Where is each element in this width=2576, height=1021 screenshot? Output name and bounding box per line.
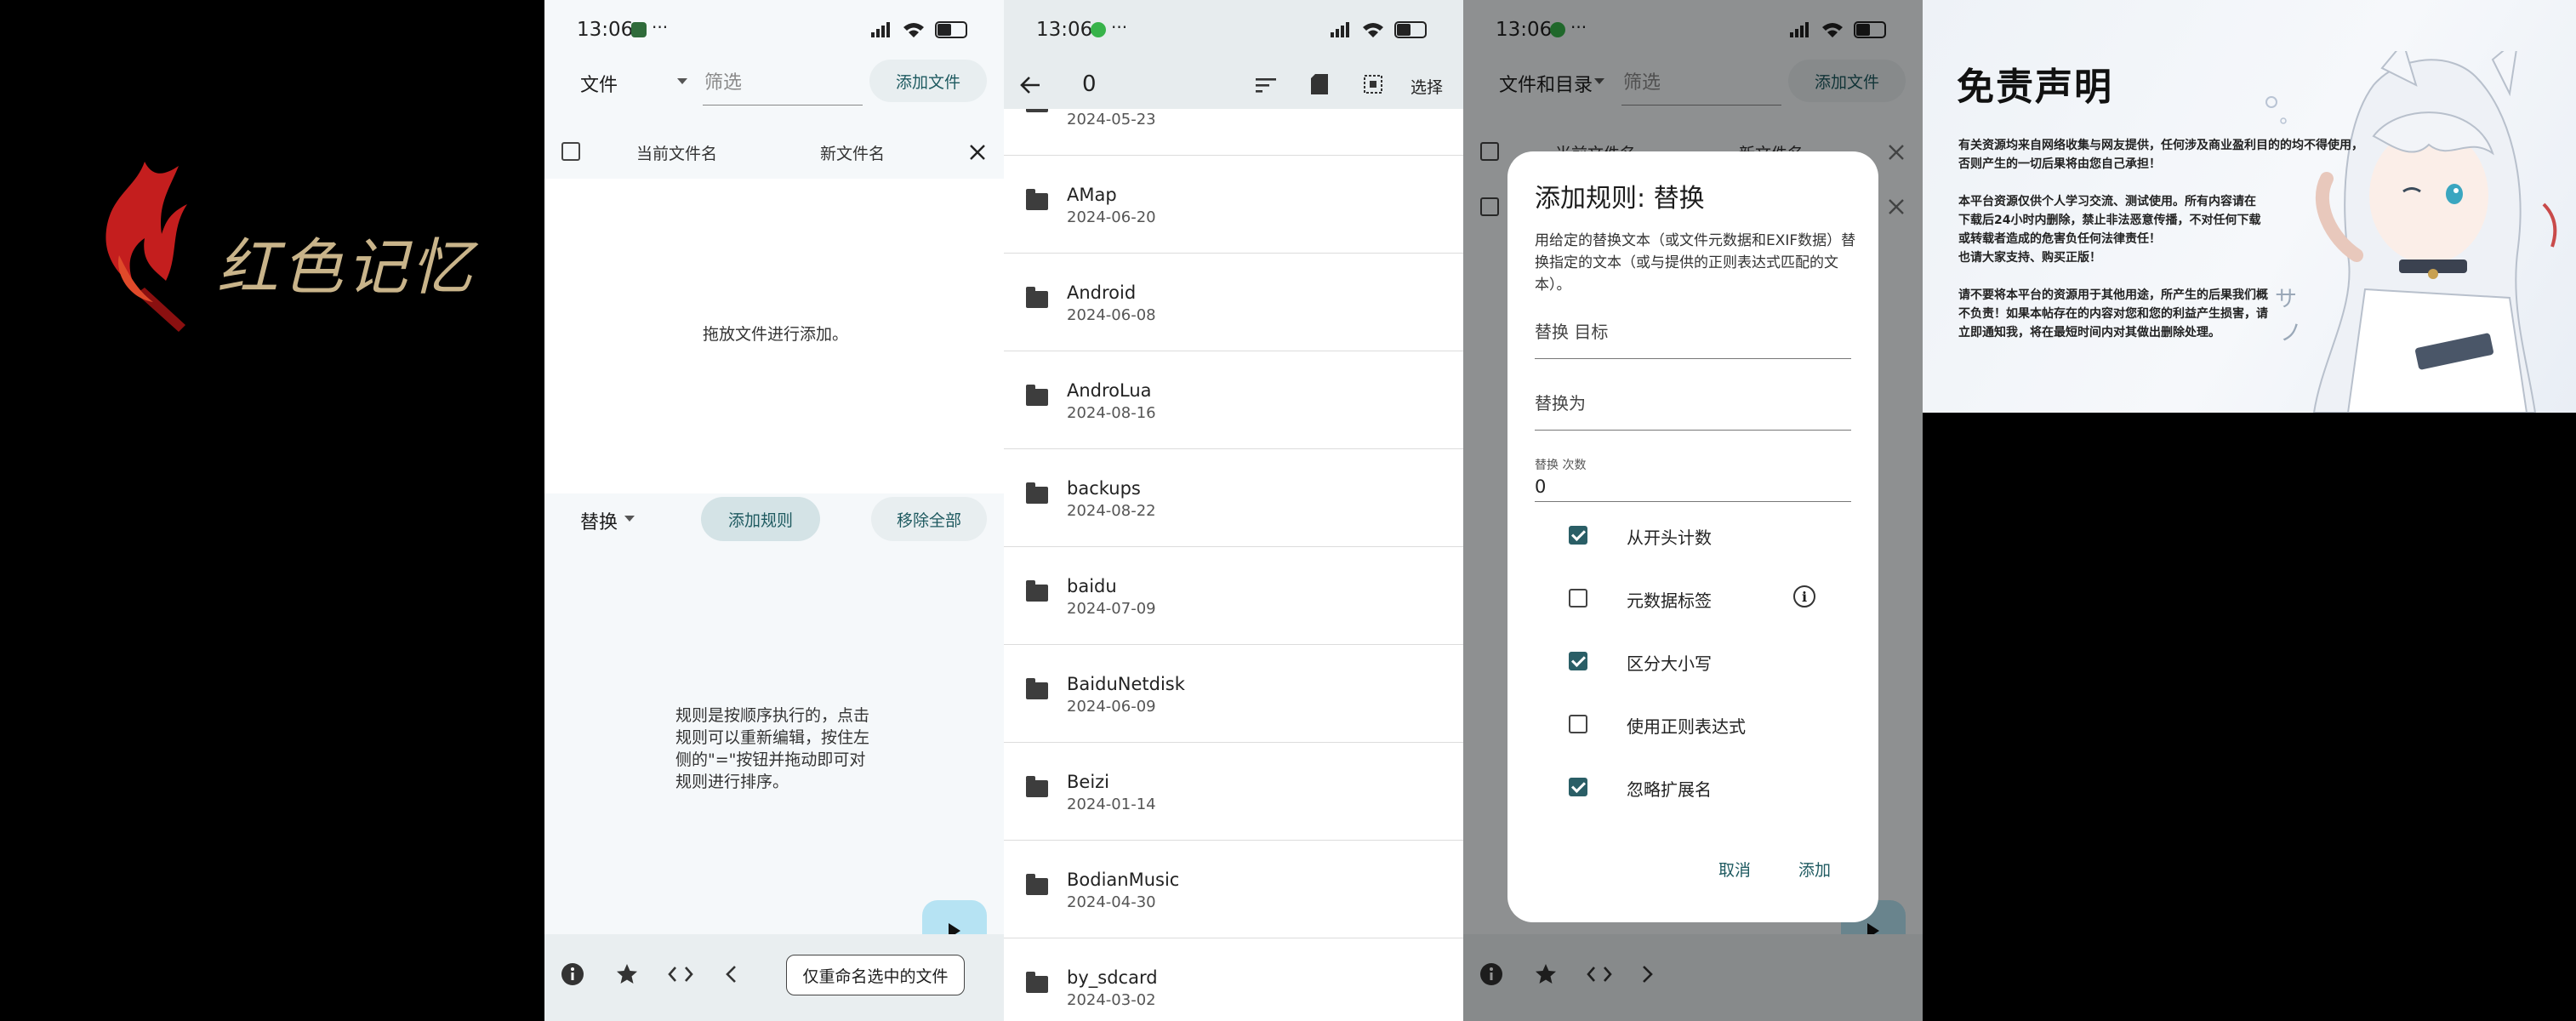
metadata-tag-checkbox[interactable] [1569,589,1587,607]
folder-icon [1026,972,1048,993]
logo-text: 红色记忆 [217,231,476,303]
close-icon[interactable] [968,143,987,162]
list-item[interactable]: Beizi 2024-01-14 [1004,743,1463,841]
case-sensitive-label: 区分大小写 [1627,653,1712,674]
count-from-start-checkbox[interactable] [1569,526,1587,545]
add-rule-dialog: 添加规则: 替换 用给定的替换文本（或文件元数据和EXIF数据）替换指定的文本（… [1507,151,1878,922]
notification-icon [1091,22,1106,37]
folder-icon [1026,874,1048,895]
folder-icon [1026,678,1048,699]
list-item[interactable]: baidu 2024-07-09 [1004,547,1463,645]
disclaimer-paragraph-2: 本平台资源仅供个人学习交流、测试使用。所有内容请在 下载后24小时内删除，禁止非… [1958,195,2261,265]
folder-icon [1026,482,1048,504]
notification-icon [631,22,647,37]
metadata-tag-label: 元数据标签 [1627,590,1712,611]
folder-icon [1026,189,1048,210]
folder-icon [1026,776,1048,797]
logo-panel: 红色记忆 [0,0,544,1021]
ignore-extension-checkbox[interactable] [1569,778,1587,796]
list-item[interactable]: backups 2024-08-22 [1004,449,1463,547]
list-item[interactable]: 2024-05-23 [1004,109,1463,156]
status-time: 13:06 [577,19,634,41]
column-current-name: 当前文件名 [636,145,718,163]
dialog-description: 用给定的替换文本（或文件元数据和EXIF数据）替换指定的文本（或与提供的正则表达… [1535,232,1856,294]
count-from-start-label: 从开头计数 [1627,528,1712,548]
info-icon[interactable]: i [1793,585,1815,607]
disclaimer-panel: サ ノ 免责声明 有关资源均来自网络收集与网友提供，任何涉及商业盈利目的的均不得… [1923,0,2576,1021]
folder-icon [1026,109,1048,112]
use-regex-label: 使用正则表达式 [1627,716,1746,737]
folder-icon [1026,580,1048,602]
rule-type-dropdown[interactable]: 替换 [580,507,618,534]
info-icon[interactable] [560,961,585,987]
select-button[interactable]: 选择 [1411,75,1443,98]
back-arrow-icon[interactable] [1019,75,1041,95]
list-item[interactable]: BodianMusic 2024-04-30 [1004,841,1463,938]
column-new-name: 新文件名 [820,145,886,163]
status-bar: 13:06 ··· [1004,0,1463,61]
list-item[interactable]: BaiduNetdisk 2024-06-09 [1004,645,1463,743]
status-bar: 13:06 ··· [544,0,1004,61]
file-list: 2024-05-23 AMap 2024-06-20 Android 2024-06… [1004,109,1463,1021]
remove-all-button[interactable]: 移除全部 [871,497,987,541]
add-button[interactable]: 添加 [1798,858,1831,881]
chevron-down-icon[interactable] [677,78,687,84]
folder-icon [1026,385,1048,406]
anime-girl-illustration: サ ノ [2265,51,2557,413]
mode-dropdown-label[interactable]: 文件 [580,70,618,97]
code-icon[interactable] [667,963,694,985]
add-rule-screen: 13:06 ··· 文件和目录 添加文件 当前文件名 新文件名 添加规则: 替换… [1463,0,1923,1021]
status-more: ··· [652,17,669,37]
rules-hint: 规则是按顺序执行的，点击 规则可以重新编辑，按住左 侧的"="按钮并拖动即可对 … [675,706,870,791]
drop-hint: 拖放文件进行添加。 [703,325,849,344]
sd-card-icon[interactable] [1310,73,1329,95]
cancel-button[interactable]: 取消 [1718,858,1751,881]
system-status-icons [1331,21,1427,38]
use-regex-checkbox[interactable] [1569,715,1587,733]
sort-icon[interactable] [1256,77,1278,94]
list-item[interactable]: AMap 2024-06-20 [1004,156,1463,254]
replace-target-field[interactable]: 替换 目标 [1535,313,1851,359]
flame-logo-icon [105,162,187,332]
file-picker-screen: 13:06 ··· 0 选择 2024-05-23 AMap 2024-06-20… [1004,0,1463,1021]
close-icon [1889,199,1904,214]
select-all-icon[interactable] [1363,74,1383,94]
replace-with-field[interactable]: 替换为 [1535,385,1851,431]
list-item[interactable]: AndroLua 2024-08-16 [1004,351,1463,449]
svg-text:ノ: ノ [2280,321,2302,346]
disclaimer-paragraph-3: 请不要将本平台的资源用于其他用途，所产生的后果我们概 不负责！如果本帖存在的内容… [1958,288,2268,339]
select-all-checkbox[interactable] [561,142,580,161]
case-sensitive-checkbox[interactable] [1569,652,1587,670]
chevron-down-icon[interactable] [624,516,635,522]
close-icon [1889,145,1904,160]
disclaimer-title: 免责声明 [1957,66,2113,109]
folder-icon [1026,287,1048,308]
star-icon[interactable] [614,961,640,987]
list-item[interactable]: Android 2024-06-08 [1004,254,1463,351]
status-time: 13:06 [1036,19,1093,41]
dialog-title: 添加规则: 替换 [1535,184,1705,214]
list-item[interactable]: by_sdcard 2024-03-02 [1004,938,1463,1021]
filter-input[interactable] [703,61,863,106]
chevron-left-icon[interactable] [723,963,740,985]
replace-count-field[interactable]: 替换 次数 0 [1535,448,1851,502]
renamer-main-screen: 13:06 ··· 文件 添加文件 当前文件名 新文件名 拖放文件进行添加。 替… [544,0,1004,1021]
ignore-extension-label: 忽略扩展名 [1627,779,1712,800]
file-drop-area[interactable]: 拖放文件进行添加。 [544,179,1004,493]
bottom-toolbar: 仅重命名选中的文件 [544,934,1004,1021]
disclaimer-card: サ ノ 免责声明 有关资源均来自网络收集与网友提供，任何涉及商业盈利目的的均不得… [1923,0,2576,413]
svg-text:サ: サ [2275,287,2297,312]
rename-selected-button[interactable]: 仅重命名选中的文件 [786,955,965,995]
disclaimer-paragraph-1: 有关资源均来自网络收集与网友提供，任何涉及商业盈利目的的均不得使用， 否则产生的… [1958,139,2363,171]
system-status-icons [871,21,967,38]
current-path: 0 [1082,71,1097,97]
status-more: ··· [1111,17,1128,37]
add-files-button[interactable]: 添加文件 [869,60,987,102]
add-rule-button[interactable]: 添加规则 [701,497,820,541]
